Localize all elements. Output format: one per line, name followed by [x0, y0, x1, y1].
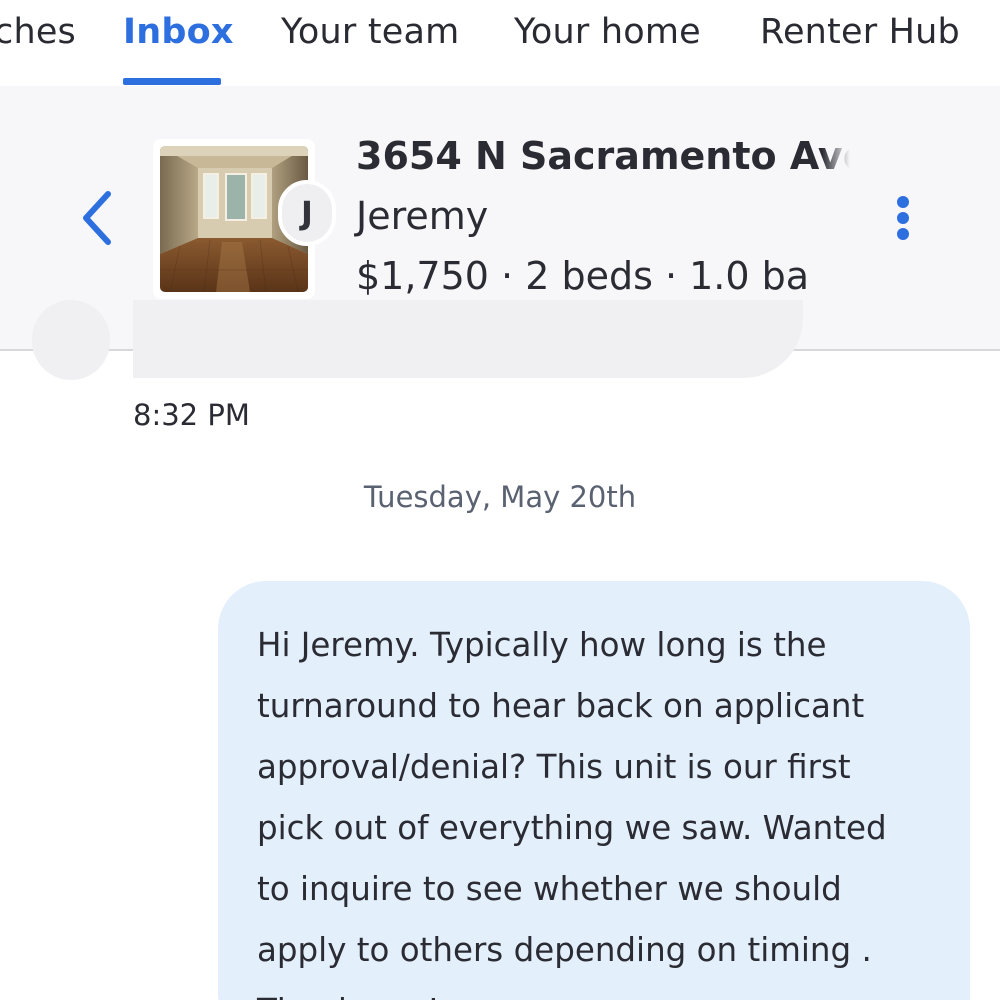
active-tab-indicator — [123, 78, 221, 85]
previous-sender-avatar — [32, 300, 110, 380]
tab-inbox[interactable]: Inbox — [123, 12, 234, 52]
address-fade-overlay — [822, 138, 862, 182]
message-timestamp: 8:32 PM — [133, 398, 250, 432]
more-options-button[interactable] — [886, 190, 920, 246]
vertical-ellipsis-icon — [897, 196, 909, 240]
date-separator: Tuesday, May 20th — [363, 480, 637, 514]
tab-searches[interactable]: ches — [0, 12, 76, 52]
top-tab-bar: ches Inbox Your team Your home Renter Hu… — [0, 0, 1000, 86]
listing-details: $1,750 · 2 beds · 1.0 ba — [356, 254, 810, 298]
listing-address: 3654 N Sacramento Ave : — [356, 134, 850, 178]
app-root: ches Inbox Your team Your home Renter Hu… — [0, 0, 1000, 1000]
tab-your-team[interactable]: Your team — [281, 12, 459, 52]
sent-message-text: Hi Jeremy. Typically how long is the tur… — [257, 626, 887, 1000]
agent-avatar: J — [278, 180, 336, 246]
received-message-bubble — [133, 300, 803, 378]
tab-your-home[interactable]: Your home — [514, 12, 701, 52]
tab-renter-hub[interactable]: Renter Hub — [760, 12, 960, 52]
back-button[interactable] — [74, 186, 122, 250]
agent-name: Jeremy — [356, 194, 489, 238]
sent-message-bubble[interactable]: Hi Jeremy. Typically how long is the tur… — [218, 581, 970, 1000]
chevron-left-icon — [83, 191, 111, 245]
